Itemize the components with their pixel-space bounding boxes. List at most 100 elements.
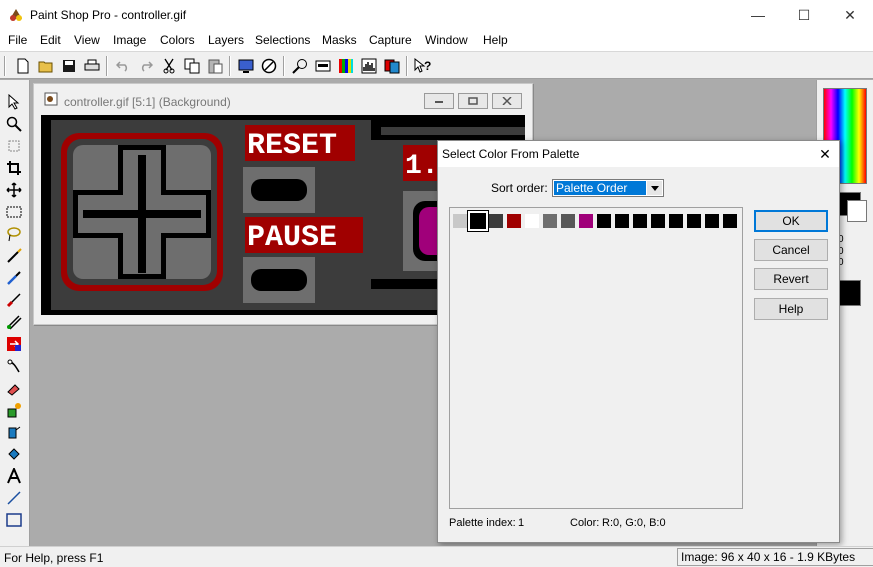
palette-swatch[interactable] xyxy=(597,214,611,228)
ok-button[interactable]: OK xyxy=(754,210,828,232)
dropper-icon[interactable] xyxy=(4,268,24,288)
menu-layers[interactable]: Layers xyxy=(208,33,244,47)
draw-line-icon[interactable] xyxy=(4,488,24,508)
menu-image[interactable]: Image xyxy=(113,33,146,47)
toolbar-separator xyxy=(406,56,408,76)
palette-grid[interactable] xyxy=(449,207,743,509)
menu-masks[interactable]: Masks xyxy=(322,33,357,47)
magic-wand-icon[interactable] xyxy=(4,246,24,266)
histogram-icon[interactable] xyxy=(359,56,379,76)
menu-selections[interactable]: Selections xyxy=(255,33,310,47)
palette-swatch[interactable] xyxy=(525,214,539,228)
palette-swatch[interactable] xyxy=(723,214,737,228)
pause-label: PAUSE xyxy=(247,221,337,255)
revert-button[interactable]: Revert xyxy=(754,268,828,290)
move-tool-icon[interactable] xyxy=(4,180,24,200)
status-bar: For Help, press F1 Image: 96 x 40 x 16 -… xyxy=(0,546,873,567)
freehand-lasso-icon[interactable] xyxy=(4,224,24,244)
retouch-icon[interactable] xyxy=(4,356,24,376)
palette-swatch[interactable] xyxy=(507,214,521,228)
flood-fill-icon[interactable] xyxy=(4,444,24,464)
undo-icon[interactable] xyxy=(113,56,133,76)
layer-palette-icon[interactable] xyxy=(382,56,402,76)
menu-window[interactable]: Window xyxy=(425,33,468,47)
context-help-icon[interactable]: ? xyxy=(413,56,433,76)
color-label: Color: xyxy=(570,517,600,529)
help-button[interactable]: Help xyxy=(754,298,828,320)
picture-tube-icon[interactable] xyxy=(4,400,24,420)
no-entry-icon[interactable] xyxy=(259,56,279,76)
status-image-info: Image: 96 x 40 x 16 - 1.9 KBytes xyxy=(677,548,873,566)
paint-shop-pro-logo-icon xyxy=(8,7,24,23)
deformation-tool-icon[interactable] xyxy=(4,136,24,156)
toolbar-separator xyxy=(106,56,108,76)
menu-help[interactable]: Help xyxy=(483,33,508,47)
tool-palette xyxy=(0,80,30,546)
dialog-title: Select Color From Palette xyxy=(442,147,580,161)
cut-icon[interactable] xyxy=(159,56,179,76)
crop-tool-icon[interactable] xyxy=(4,158,24,178)
image-window-title: controller.gif [5:1] (Background) xyxy=(64,95,231,109)
menu-view[interactable]: View xyxy=(74,33,100,47)
menu-colors[interactable]: Colors xyxy=(160,33,195,47)
palette-swatch[interactable] xyxy=(561,214,575,228)
zoom-icon[interactable] xyxy=(290,56,310,76)
svg-text:?: ? xyxy=(424,59,431,73)
palette-swatch[interactable] xyxy=(651,214,665,228)
color-palette-icon[interactable] xyxy=(336,56,356,76)
open-folder-icon[interactable] xyxy=(36,56,56,76)
palette-swatch[interactable] xyxy=(489,214,503,228)
palette-swatch[interactable] xyxy=(543,214,557,228)
palette-index-label: Palette index: xyxy=(449,517,516,529)
sort-order-value: Palette Order xyxy=(556,181,628,195)
toggle-toolbars-icon[interactable] xyxy=(313,56,333,76)
palette-swatch[interactable] xyxy=(633,214,647,228)
shape-tool-icon[interactable] xyxy=(4,510,24,530)
save-icon[interactable] xyxy=(59,56,79,76)
redo-icon[interactable] xyxy=(136,56,156,76)
background-color-swatch[interactable] xyxy=(847,200,867,222)
image-maximize-button[interactable] xyxy=(458,93,488,109)
airbrush-icon[interactable] xyxy=(4,422,24,442)
sort-order-dropdown[interactable]: Palette Order xyxy=(552,179,664,197)
menu-edit[interactable]: Edit xyxy=(40,33,61,47)
menu-capture[interactable]: Capture xyxy=(369,33,412,47)
paste-icon[interactable] xyxy=(205,56,225,76)
palette-swatch[interactable] xyxy=(615,214,629,228)
app-title: Paint Shop Pro - controller.gif xyxy=(30,8,187,22)
palette-swatch[interactable] xyxy=(579,214,593,228)
palette-swatch[interactable] xyxy=(669,214,683,228)
active-color-swatch[interactable] xyxy=(837,280,861,306)
toolbar-separator xyxy=(283,56,285,76)
eraser-icon[interactable] xyxy=(4,378,24,398)
paintbrush-icon[interactable] xyxy=(4,290,24,310)
new-file-icon[interactable] xyxy=(13,56,33,76)
toolbar-separator xyxy=(229,56,231,76)
standard-toolbar: ? xyxy=(0,51,873,79)
arrow-pointer-icon[interactable] xyxy=(4,92,24,112)
image-minimize-button[interactable] xyxy=(424,93,454,109)
cancel-button[interactable]: Cancel xyxy=(754,239,828,261)
image-close-button[interactable] xyxy=(492,93,522,109)
dialog-close-button[interactable]: ✕ xyxy=(814,143,836,165)
copy-icon[interactable] xyxy=(182,56,202,76)
print-icon[interactable] xyxy=(82,56,102,76)
maximize-button[interactable]: ☐ xyxy=(781,0,827,30)
clone-brush-icon[interactable] xyxy=(4,312,24,332)
player-number-label: 1. xyxy=(405,151,439,182)
selection-tool-icon[interactable] xyxy=(4,202,24,222)
palette-index-value: 1 xyxy=(518,517,525,529)
color-replacer-icon[interactable] xyxy=(4,334,24,354)
minimize-button[interactable]: — xyxy=(735,0,781,30)
palette-swatch[interactable] xyxy=(453,214,467,228)
palette-swatch[interactable] xyxy=(687,214,701,228)
palette-swatch[interactable] xyxy=(470,213,486,229)
text-tool-icon[interactable] xyxy=(4,466,24,486)
close-button[interactable]: ✕ xyxy=(827,0,873,30)
palette-swatch[interactable] xyxy=(705,214,719,228)
zoom-tool-icon[interactable] xyxy=(4,114,24,134)
chevron-down-icon[interactable] xyxy=(647,181,662,195)
document-icon xyxy=(44,92,58,109)
menu-file[interactable]: File xyxy=(8,33,27,47)
full-screen-preview-icon[interactable] xyxy=(236,56,256,76)
